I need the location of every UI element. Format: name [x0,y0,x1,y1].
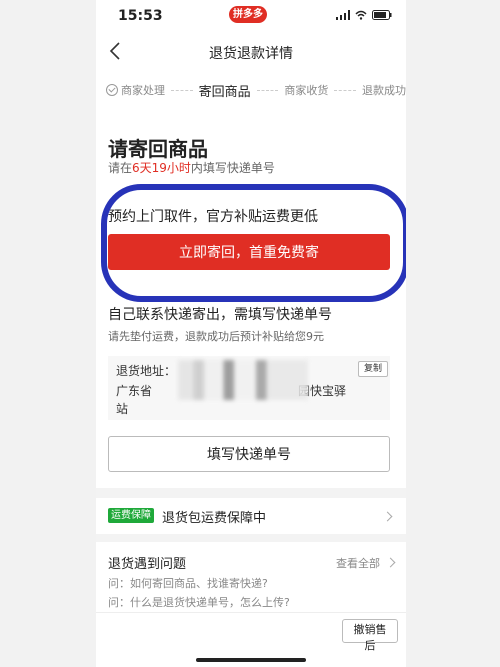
app-badge: 拼多多 [229,6,267,23]
faq-question-2[interactable]: 问：什么是退货快递单号，怎么上传? [108,594,290,610]
self-send-hint: 请先垫付运费，退款成功后预计补贴给您9元 [108,330,324,343]
address-line-start: 广东省 [116,384,153,398]
right-background [406,0,500,667]
bottom-bar: 撤销售后 [96,612,406,667]
home-indicator [196,658,306,662]
step-label: 寄回商品 [198,84,251,100]
status-time: 15:53 [118,8,163,24]
step-divider [334,89,356,91]
system-icons [336,10,392,20]
hint-prefix: 请在 [108,161,133,175]
status-bar: 15:53 拼多多 [96,0,406,32]
check-circle-icon [106,84,118,96]
battery-icon [372,10,392,20]
wifi-icon [355,10,367,20]
faq-title: 退货遇到问题 [108,557,187,572]
guarantee-badge: 运费保障 [108,508,154,523]
nav-bar: 退货退款详情 [96,32,406,72]
annotation-circle [101,184,406,302]
step-label: 商家处理 [121,84,165,97]
step-merchant-processing: 商家处理 [106,82,165,98]
view-all-link[interactable]: 查看全部 [336,555,380,571]
step-refund-success: 退款成功 [362,82,406,98]
chevron-right-icon [385,557,396,568]
guarantee-text: 退货包运费保障中 [162,511,267,526]
step-divider [256,89,279,91]
deadline-hint: 请在6天19小时内填写快递单号 [108,159,275,176]
copy-address-button[interactable]: 复制 [358,361,388,377]
redacted-address [178,360,308,400]
section-divider [96,488,406,498]
left-background [0,0,96,667]
self-send-title: 自己联系快递寄出，需填写快递单号 [108,307,332,323]
progress-steps: 商家处理 寄回商品 商家收货 退款成功 [106,80,406,100]
section-divider [96,534,406,542]
signal-icon [336,10,350,20]
step-label: 商家收货 [284,84,329,97]
step-return-goods: 寄回商品 [199,81,251,100]
step-merchant-receipt: 商家收货 [284,82,328,98]
cancel-after-sale-button[interactable]: 撤销售后 [342,619,398,652]
section-title: 请寄回商品 [108,137,208,161]
step-label: 退款成功 [361,84,406,97]
hint-suffix: 内填写快递单号 [190,161,275,175]
faq-question-1[interactable]: 问：如何寄回商品、找谁寄快递? [108,575,268,591]
chevron-right-icon [382,511,393,522]
return-address-box: 退货地址： 广东省 园快宝驿 站 复制 [108,356,390,420]
address-label: 退货地址： [116,364,177,378]
shipping-guarantee-row[interactable]: 运费保障 退货包运费保障中 [96,498,406,534]
fill-tracking-number-button[interactable]: 填写快递单号 [108,436,390,472]
address-line-2: 站 [116,402,129,416]
phone-screen: 15:53 拼多多 退货退款详情 商家处理 寄回商品 商家收货 退款成功 请寄回… [96,0,406,667]
deadline-time: 6天19小时 [132,161,191,175]
step-divider [171,89,193,91]
page-title: 退货退款详情 [209,46,293,62]
